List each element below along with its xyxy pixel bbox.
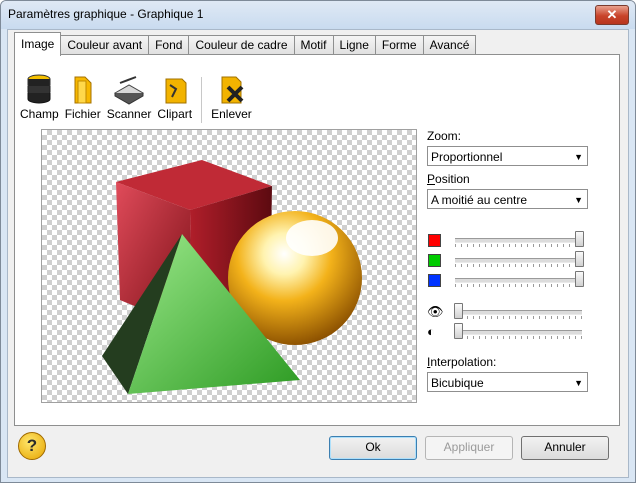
chevron-down-icon: ▼	[574, 152, 583, 162]
scanner-button[interactable]: Scanner	[104, 73, 155, 123]
red-slider-row	[427, 231, 593, 251]
zoom-value: Proportionnel	[431, 150, 503, 164]
database-icon	[27, 74, 51, 104]
tab-motif[interactable]: Motif	[293, 35, 334, 56]
window-title: Paramètres graphique - Graphique 1	[8, 7, 204, 21]
help-icon[interactable]: ?	[18, 432, 46, 460]
red-slider-thumb[interactable]	[575, 231, 584, 247]
clipart-label: Clipart	[157, 107, 193, 121]
remove-image-icon	[221, 76, 244, 104]
fichier-label: Fichier	[64, 107, 101, 121]
blue-slider-thumb[interactable]	[575, 271, 584, 287]
champ-label: Champ	[20, 107, 59, 121]
folder-file-icon	[74, 76, 92, 104]
close-button[interactable]: ✕	[595, 5, 629, 25]
position-select[interactable]: A moitié au centre ▼	[427, 189, 588, 209]
interpolation-value: Bicubique	[431, 376, 484, 390]
cancel-button[interactable]: Annuler	[521, 436, 609, 460]
tab-panel-image: Champ Fichier Scanner Clipart Enlever Zo…	[14, 54, 620, 426]
zoom-select[interactable]: Proportionnel ▼	[427, 146, 588, 166]
image-preview	[41, 129, 417, 403]
eye-icon: 👁	[427, 304, 444, 319]
scanner-icon	[114, 76, 145, 105]
tab-image[interactable]: Image	[14, 32, 62, 56]
green-slider-row	[427, 251, 593, 271]
dialog-client: Image Couleur avant Fond Couleur de cadr…	[7, 29, 629, 478]
green-slider-ticks	[455, 264, 582, 267]
position-value: A moitié au centre	[431, 193, 528, 207]
zoom-label: Zoom:	[427, 129, 462, 143]
blue-slider-ticks	[455, 284, 582, 287]
contrast-icon: ◐	[427, 324, 435, 339]
green-swatch	[428, 254, 441, 267]
red-slider-track[interactable]	[455, 238, 582, 243]
brightness-slider-thumb[interactable]	[454, 303, 463, 319]
clipart-icon	[165, 78, 187, 104]
position-label: Position	[427, 172, 593, 186]
interpolation-label: Interpolation:	[427, 355, 593, 369]
enlever-label: Enlever	[211, 107, 252, 121]
ok-button[interactable]: Ok	[329, 436, 417, 460]
champ-button[interactable]: Champ	[17, 73, 62, 123]
tab-couleur-de-cadre[interactable]: Couleur de cadre	[188, 35, 295, 56]
tab-strip: Image Couleur avant Fond Couleur de cadr…	[14, 32, 477, 56]
clipart-button[interactable]: Clipart	[154, 73, 195, 123]
tab-ligne[interactable]: Ligne	[332, 35, 376, 56]
title-bar: Paramètres graphique - Graphique 1 ✕	[1, 1, 635, 29]
toolbar-separator	[201, 77, 203, 123]
position-accelerator: P	[427, 172, 436, 186]
red-slider-ticks	[455, 244, 582, 247]
interpolation-label-rest: nterpolation:	[430, 355, 497, 369]
blue-slider-row	[427, 271, 593, 291]
apply-button[interactable]: Appliquer	[425, 436, 513, 460]
red-swatch	[428, 234, 441, 247]
tab-couleur-avant[interactable]: Couleur avant	[60, 35, 150, 56]
brightness-slider-row: 👁	[427, 303, 593, 323]
blue-swatch	[428, 274, 441, 287]
scanner-label: Scanner	[106, 107, 152, 121]
contrast-slider-ticks	[455, 336, 582, 339]
shapes-image	[102, 160, 362, 394]
chevron-down-icon: ▼	[574, 195, 583, 205]
contrast-slider-thumb[interactable]	[454, 323, 463, 339]
blue-slider-track[interactable]	[455, 278, 582, 283]
green-slider-thumb[interactable]	[575, 251, 584, 267]
position-label-rest: osition	[435, 172, 470, 186]
contrast-slider-row: ◐	[427, 323, 593, 343]
brightness-slider-track[interactable]	[455, 310, 582, 315]
chevron-down-icon: ▼	[574, 378, 583, 388]
green-slider-track[interactable]	[455, 258, 582, 263]
image-toolbar: Champ Fichier Scanner Clipart Enlever	[17, 73, 255, 123]
fichier-button[interactable]: Fichier	[62, 73, 104, 123]
settings-column: Zoom: Proportionnel ▼ Position A moitié …	[427, 129, 593, 392]
brightness-slider-ticks	[455, 316, 582, 319]
interpolation-select[interactable]: Bicubique ▼	[427, 372, 588, 392]
contrast-slider-track[interactable]	[455, 330, 582, 335]
dialog-window: Paramètres graphique - Graphique 1 ✕ Ima…	[0, 0, 636, 483]
tab-avance[interactable]: Avancé	[422, 35, 477, 56]
tab-fond[interactable]: Fond	[148, 35, 190, 56]
enlever-button[interactable]: Enlever	[208, 73, 255, 123]
tab-forme[interactable]: Forme	[374, 35, 424, 56]
dialog-footer: ? Ok Appliquer Annuler	[8, 430, 628, 476]
